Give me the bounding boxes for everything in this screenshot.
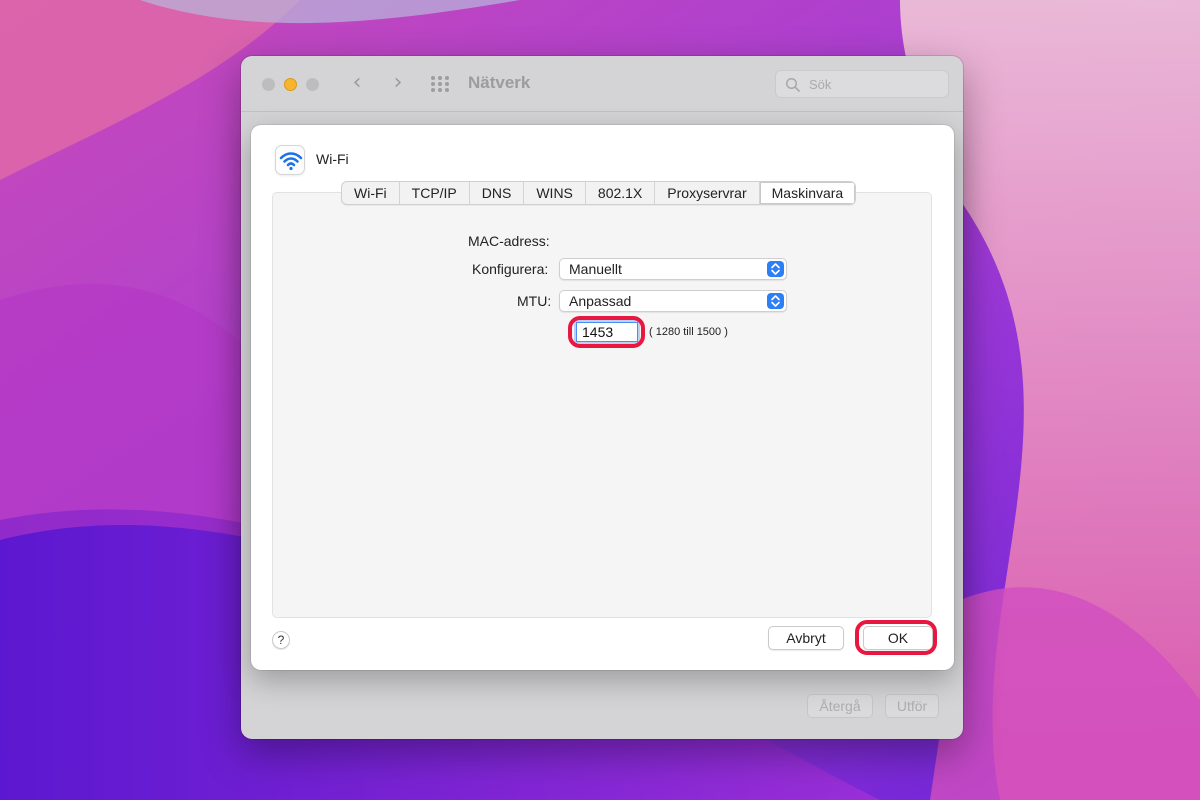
- mtu-range-hint: ( 1280 till 1500 ): [649, 326, 728, 338]
- tab-content-panel: [272, 192, 932, 618]
- service-name: Wi-Fi: [316, 151, 349, 167]
- search-placeholder: Sök: [809, 77, 832, 92]
- cancel-button[interactable]: Avbryt: [768, 626, 844, 650]
- tab-hardware[interactable]: Maskinvara: [759, 182, 856, 204]
- configure-label: Konfigurera:: [472, 261, 549, 277]
- configure-popup[interactable]: Manuellt: [559, 258, 787, 280]
- window-title: Nätverk: [468, 73, 531, 92]
- mtu-label: MTU:: [517, 293, 552, 309]
- revert-button[interactable]: Återgå: [807, 694, 873, 718]
- popup-chevron-icon: [767, 293, 784, 309]
- window-titlebar: ‹ › Nätverk Sök: [241, 56, 963, 112]
- close-window-button[interactable]: [262, 78, 275, 91]
- ok-highlight-ring: [855, 620, 937, 655]
- show-all-grid-icon[interactable]: [431, 76, 451, 92]
- tab-dns[interactable]: DNS: [470, 182, 525, 204]
- tab-proxies[interactable]: Proxyservrar: [655, 182, 760, 204]
- tab-bar: Wi-Fi TCP/IP DNS WINS 802.1X Proxyservra…: [341, 181, 857, 205]
- tab-8021x[interactable]: 802.1X: [586, 182, 656, 204]
- configure-value: Manuellt: [569, 261, 622, 277]
- minimize-window-button[interactable]: [284, 78, 297, 91]
- tab-tcpip[interactable]: TCP/IP: [400, 182, 470, 204]
- tab-wins[interactable]: WINS: [524, 182, 586, 204]
- tab-wifi[interactable]: Wi-Fi: [342, 182, 400, 204]
- mtu-popup[interactable]: Anpassad: [559, 290, 787, 312]
- maximize-window-button[interactable]: [306, 78, 319, 91]
- wifi-advanced-sheet: Wi-Fi Wi-Fi TCP/IP DNS WINS 802.1X Proxy…: [251, 125, 954, 670]
- help-button[interactable]: ?: [272, 631, 290, 649]
- mtu-value: Anpassad: [569, 293, 632, 309]
- search-icon: [785, 77, 800, 92]
- forward-chevron-icon[interactable]: ›: [386, 72, 410, 96]
- back-chevron-icon[interactable]: ‹: [345, 72, 369, 96]
- search-field[interactable]: Sök: [775, 70, 949, 98]
- mac-address-label: MAC-adress:: [468, 233, 550, 249]
- apply-button[interactable]: Utför: [885, 694, 939, 718]
- mtu-highlight-ring: [568, 316, 645, 348]
- popup-chevron-icon: [767, 261, 784, 277]
- wifi-icon: [275, 145, 305, 175]
